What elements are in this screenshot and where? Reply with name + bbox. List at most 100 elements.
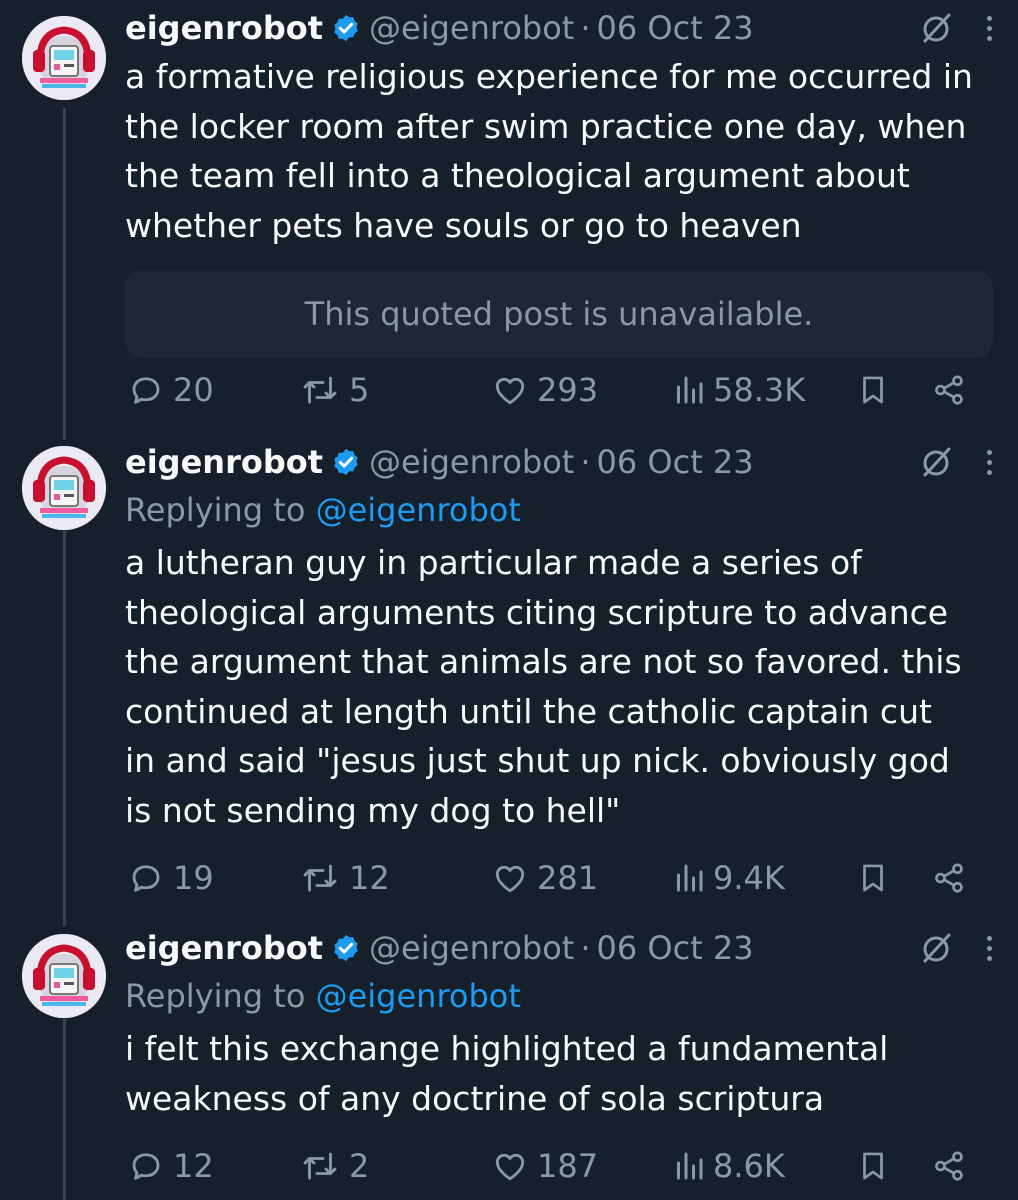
repost-count: 2 <box>349 1147 370 1185</box>
tweet-text: a formative religious experience for me … <box>125 52 998 250</box>
repost-count: 12 <box>349 859 390 897</box>
verified-badge-icon <box>334 934 358 962</box>
heart-icon <box>495 1153 525 1181</box>
separator: · <box>580 443 591 481</box>
tweet-text-line: the locker room after swim practice one … <box>125 106 967 146</box>
repost-count: 5 <box>349 371 370 409</box>
like-button[interactable]: 187 <box>492 1146 598 1186</box>
replying-to-handle[interactable]: @eigenrobot <box>316 491 521 529</box>
reply-count: 19 <box>173 859 214 897</box>
bookmark-button[interactable] <box>856 858 890 898</box>
tweet-header: eigenrobot @eigenrobot · 06 Oct 23 <box>125 4 998 52</box>
tweet-text: a lutheran guy in particular made a seri… <box>125 538 998 835</box>
tweet-text-line: i felt this exchange highlighted a funda… <box>125 1029 889 1068</box>
reply-count: 12 <box>173 1147 214 1185</box>
separator: · <box>580 929 591 967</box>
verified-badge-icon <box>334 448 358 476</box>
tweet-actions: 19 12 281 9.4K <box>128 858 973 898</box>
share-icon <box>935 1151 963 1181</box>
reply-icon <box>132 1153 160 1180</box>
grok-icon[interactable] <box>919 11 953 45</box>
tweet-text-line: whether pets have souls or go to heaven <box>125 205 802 245</box>
tweet-text-line: the team fell into a theological argumen… <box>125 156 910 195</box>
bookmark-icon <box>863 1152 883 1180</box>
repost-icon <box>303 864 337 892</box>
like-count: 281 <box>537 859 599 897</box>
avatar[interactable] <box>22 16 106 100</box>
reply-icon <box>132 377 160 404</box>
replying-to: Replying to @eigenrobot <box>125 972 998 1020</box>
avatar-image <box>22 446 106 530</box>
reply-icon <box>132 865 160 892</box>
quoted-post-unavailable: This quoted post is unavailable. <box>125 270 993 358</box>
more-vertical-icon[interactable] <box>987 935 992 961</box>
tweet-text: i felt this exchange highlighted a funda… <box>125 1024 998 1123</box>
bookmark-button[interactable] <box>856 370 890 410</box>
heart-icon <box>495 377 525 405</box>
avatar[interactable] <box>22 934 106 1018</box>
bookmark-button[interactable] <box>856 1146 890 1186</box>
repost-icon <box>303 1152 337 1180</box>
tweet-text-line: a lutheran guy in particular made a seri… <box>125 543 862 582</box>
share-button[interactable] <box>932 1146 966 1186</box>
like-button[interactable]: 281 <box>492 858 598 898</box>
repost-icon <box>303 376 337 404</box>
repost-button[interactable]: 5 <box>300 370 369 410</box>
tweet-text-line: theological arguments citing scripture t… <box>125 592 949 632</box>
author-name[interactable]: eigenrobot <box>125 443 323 481</box>
views-button[interactable]: 58.3K <box>674 370 805 410</box>
views-icon <box>677 864 703 892</box>
views-button[interactable]: 8.6K <box>674 1146 785 1186</box>
tweet-header: eigenrobot @eigenrobot · 06 Oct 23 <box>125 924 998 972</box>
more-vertical-icon[interactable] <box>987 449 992 475</box>
view-count: 8.6K <box>713 1147 785 1185</box>
avatar[interactable] <box>22 446 106 530</box>
tweet-text-line: the argument that animals are not so fav… <box>125 642 962 681</box>
like-button[interactable]: 293 <box>492 370 598 410</box>
tweet[interactable]: eigenrobot @eigenrobot · 06 Oct 23 Reply… <box>0 928 1018 1200</box>
heart-icon <box>495 865 525 893</box>
view-count: 58.3K <box>713 371 806 409</box>
like-count: 187 <box>537 1147 599 1185</box>
author-name[interactable]: eigenrobot <box>125 929 323 967</box>
share-button[interactable] <box>932 370 966 410</box>
tweet[interactable]: eigenrobot @eigenrobot · 06 Oct 23 a for… <box>0 0 1018 420</box>
grok-icon[interactable] <box>919 931 953 965</box>
repost-button[interactable]: 2 <box>300 1146 369 1186</box>
author-handle[interactable]: @eigenrobot <box>369 443 574 481</box>
share-icon <box>935 863 963 893</box>
views-icon <box>677 1152 703 1180</box>
tweet-actions: 20 5 293 58.3K <box>128 370 973 410</box>
share-button[interactable] <box>932 858 966 898</box>
bookmark-icon <box>863 864 883 892</box>
tweet-header: eigenrobot @eigenrobot · 06 Oct 23 <box>125 438 998 486</box>
replying-to: Replying to @eigenrobot <box>125 486 998 534</box>
replying-to-handle[interactable]: @eigenrobot <box>316 977 521 1015</box>
tweet-text-line: weakness of any doctrine of sola scriptu… <box>125 1078 825 1118</box>
grok-icon[interactable] <box>919 445 953 479</box>
bookmark-icon <box>863 376 883 404</box>
views-button[interactable]: 9.4K <box>674 858 785 898</box>
tweet-text-line: continued at length until the catholic c… <box>125 691 932 731</box>
author-name[interactable]: eigenrobot <box>125 9 323 47</box>
replying-to-label: Replying to <box>125 491 306 529</box>
views-icon <box>677 376 703 404</box>
reply-button[interactable]: 20 <box>128 370 214 410</box>
author-handle[interactable]: @eigenrobot <box>369 929 574 967</box>
reply-button[interactable]: 19 <box>128 858 214 898</box>
tweet-actions: 12 2 187 8.6K <box>128 1146 973 1186</box>
post-date[interactable]: 06 Oct 23 <box>597 929 754 967</box>
author-handle[interactable]: @eigenrobot <box>369 9 574 47</box>
tweet[interactable]: eigenrobot @eigenrobot · 06 Oct 23 Reply… <box>0 440 1018 910</box>
post-date[interactable]: 06 Oct 23 <box>597 9 754 47</box>
more-vertical-icon[interactable] <box>987 15 992 41</box>
reply-button[interactable]: 12 <box>128 1146 214 1186</box>
reply-count: 20 <box>173 371 214 409</box>
avatar-image <box>22 934 106 1018</box>
view-count: 9.4K <box>713 859 785 897</box>
post-date[interactable]: 06 Oct 23 <box>597 443 754 481</box>
separator: · <box>580 9 591 47</box>
avatar-image <box>22 16 106 100</box>
repost-button[interactable]: 12 <box>300 858 390 898</box>
tweet-text-line: in and said "jesus just shut up nick. ob… <box>125 741 950 780</box>
